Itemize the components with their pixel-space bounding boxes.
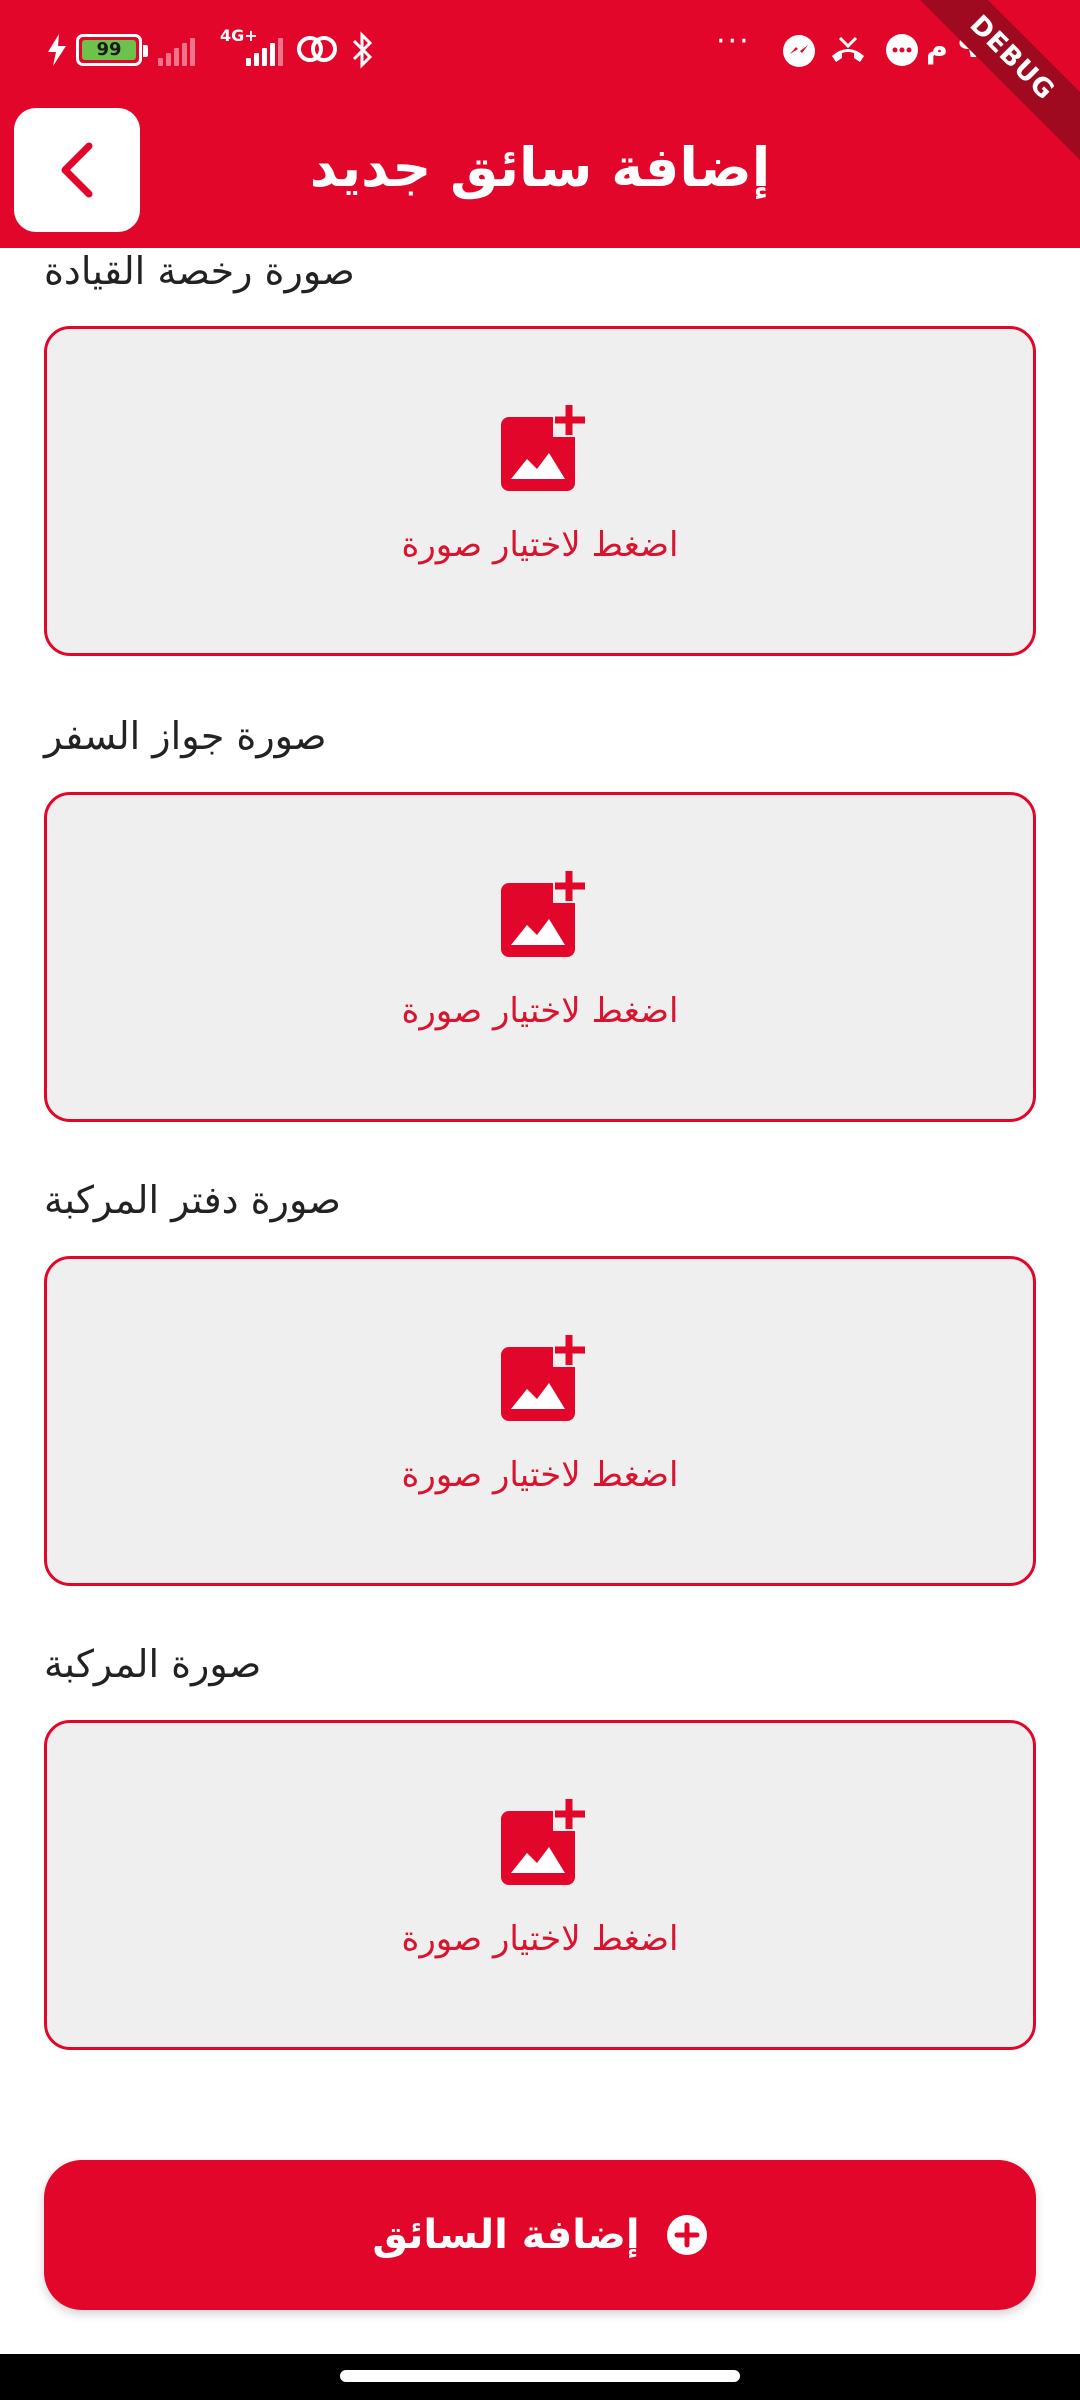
vehicle-registration-label: صورة دفتر المركبة bbox=[44, 1178, 341, 1222]
missed-call-icon bbox=[832, 36, 864, 62]
battery-icon: 99 bbox=[76, 34, 148, 66]
driver-license-image-picker[interactable]: اضغط لاختيار صورة bbox=[44, 326, 1036, 656]
bluetooth-icon bbox=[352, 31, 373, 69]
add-driver-button-label: إضافة السائق bbox=[372, 2212, 640, 2258]
charging-icon bbox=[48, 34, 66, 66]
status-bar: 99 4G+ ··· م bbox=[0, 0, 1080, 100]
add-circle-icon bbox=[666, 2215, 707, 2255]
passport-label: صورة جواز السفر bbox=[44, 714, 327, 758]
picker-hint: اضغط لاختيار صورة bbox=[401, 1919, 679, 1959]
add-photo-icon bbox=[501, 1797, 591, 1885]
home-indicator[interactable] bbox=[340, 2370, 740, 2382]
more-notifications-icon: ··· bbox=[716, 24, 751, 59]
app-header: 99 4G+ ··· م DEBUG إضافة سائق جديد bbox=[0, 0, 1080, 248]
chevron-left-icon bbox=[61, 142, 93, 198]
signal-strength-icon-2 bbox=[246, 36, 283, 66]
hotspot-icon bbox=[297, 36, 337, 62]
picker-hint: اضغط لاختيار صورة bbox=[401, 1455, 679, 1495]
vehicle-image-picker[interactable]: اضغط لاختيار صورة bbox=[44, 1720, 1036, 2050]
battery-level: 99 bbox=[82, 40, 136, 60]
vehicle-photo-label: صورة المركبة bbox=[44, 1642, 262, 1686]
add-photo-icon bbox=[501, 403, 591, 491]
page-title: إضافة سائق جديد bbox=[309, 136, 771, 199]
vehicle-registration-image-picker[interactable]: اضغط لاختيار صورة bbox=[44, 1256, 1036, 1586]
add-photo-icon bbox=[501, 869, 591, 957]
chat-icon bbox=[886, 34, 918, 66]
add-photo-icon bbox=[501, 1333, 591, 1421]
picker-hint: اضغط لاختيار صورة bbox=[401, 991, 679, 1031]
passport-image-picker[interactable]: اضغط لاختيار صورة bbox=[44, 792, 1036, 1122]
picker-hint: اضغط لاختيار صورة bbox=[401, 525, 679, 565]
messenger-icon bbox=[783, 35, 815, 67]
signal-strength-icon bbox=[158, 36, 195, 66]
add-driver-button[interactable]: إضافة السائق bbox=[44, 2160, 1036, 2310]
system-navigation-bar bbox=[0, 2354, 1080, 2400]
driver-license-label: صورة رخصة القيادة bbox=[44, 249, 355, 293]
back-button[interactable] bbox=[14, 108, 140, 232]
